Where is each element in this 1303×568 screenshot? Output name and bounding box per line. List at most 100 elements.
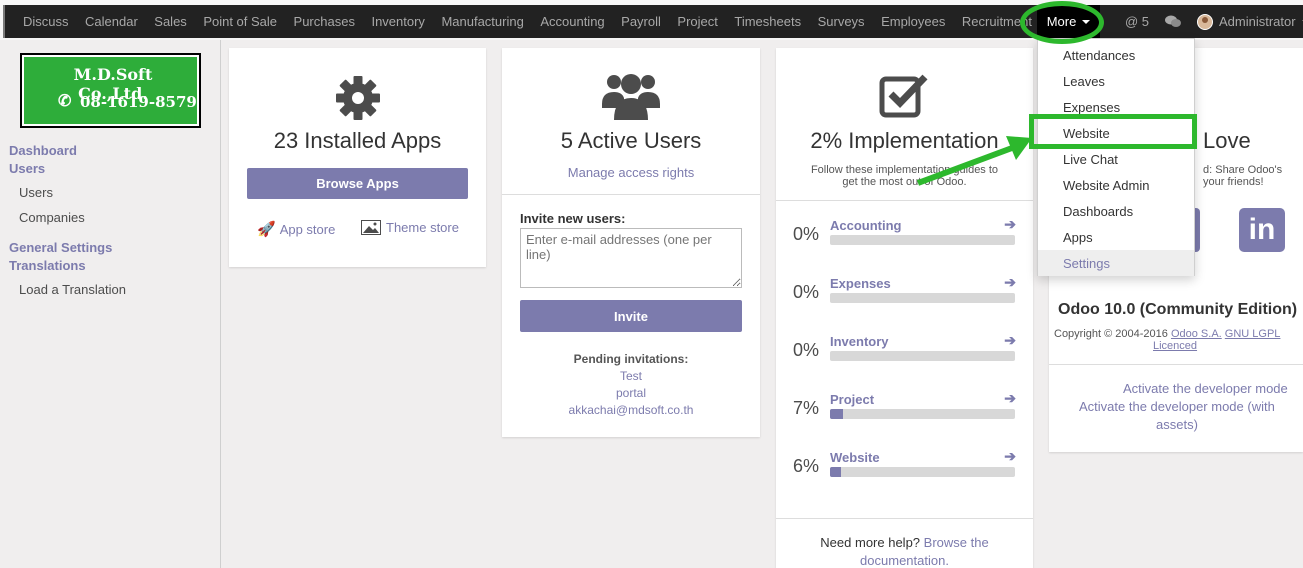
menu-item-apps[interactable]: Apps [1038, 224, 1194, 250]
menu-inventory[interactable]: Inventory [371, 14, 424, 29]
implementation-subtitle: get the most out of Odoo. [842, 176, 967, 188]
sidebar-item-users[interactable]: Users [19, 185, 53, 200]
implementation-subtitle: Follow these implementation guides to [810, 164, 999, 176]
app-store-label: App store [279, 221, 336, 237]
menu-item-attendances[interactable]: Attendances [1038, 42, 1194, 68]
menu-purchases[interactable]: Purchases [294, 14, 355, 29]
menu-item-dashboards[interactable]: Dashboards [1038, 198, 1194, 224]
license-link[interactable]: GNU LGPL [1225, 328, 1281, 340]
arrow-right-icon[interactable]: ➔ [1004, 332, 1016, 349]
progress-bar-fill [830, 409, 843, 419]
menu-item-website[interactable]: Website [1038, 120, 1194, 146]
progress-bar [830, 235, 1015, 245]
user-name: Administrator [1219, 14, 1296, 29]
progress-app-link[interactable]: Expenses [830, 276, 891, 291]
app-store-link[interactable]: 🚀 App store [257, 220, 335, 238]
odoo-sa-link[interactable]: Odoo S.A. [1171, 328, 1222, 340]
menu-payroll[interactable]: Payroll [621, 14, 661, 29]
sidebar-dashboard[interactable]: Dashboard [9, 143, 77, 158]
app-menu: Discuss Calendar Sales Point of Sale Pur… [23, 5, 1048, 38]
settings-sidebar: M.D.Soft Co.,Ltd. ✆ 08-1619-8579 Dashboa… [0, 40, 221, 568]
progress-percent: 0% [793, 224, 820, 244]
sidebar-translations[interactable]: Translations [9, 258, 86, 273]
progress-bar [830, 409, 1015, 419]
menu-employees[interactable]: Employees [881, 14, 945, 29]
progress-app-link[interactable]: Project [830, 392, 874, 407]
theme-store-label: Theme store [386, 220, 459, 235]
copyright-text: Copyright © 2004-2016 [1054, 328, 1168, 340]
menu-recruitment[interactable]: Recruitment [962, 14, 1032, 29]
arrow-right-icon[interactable]: ➔ [1004, 274, 1016, 291]
progress-app-link[interactable]: Accounting [830, 218, 902, 233]
checkbox-checked-icon [879, 74, 928, 118]
progress-bar [830, 467, 1015, 477]
progress-bar [830, 351, 1015, 361]
menu-accounting[interactable]: Accounting [540, 14, 604, 29]
browse-apps-button[interactable]: Browse Apps [247, 168, 468, 199]
pending-invitations-label: Pending invitations: [573, 352, 689, 366]
divider [776, 518, 1033, 519]
avatar [1197, 13, 1213, 30]
more-menu-button[interactable]: More [1037, 5, 1100, 38]
manage-access-rights-link[interactable]: Manage access rights [502, 165, 760, 180]
arrow-right-icon[interactable]: ➔ [1004, 216, 1016, 233]
sidebar-item-load-translation[interactable]: Load a Translation [19, 282, 126, 297]
users-icon [602, 74, 660, 120]
pending-invitation[interactable]: akkachai@mdsoft.co.th [502, 403, 760, 417]
menu-sales[interactable]: Sales [154, 14, 187, 29]
chat-bubbles-icon[interactable] [1165, 15, 1181, 28]
activate-developer-mode-assets-link[interactable]: Activate the developer mode (with [1079, 399, 1275, 414]
sidebar-general-settings[interactable]: General Settings [9, 240, 112, 255]
progress-percent: 7% [793, 398, 820, 418]
menu-item-website-admin[interactable]: Website Admin [1038, 172, 1194, 198]
menu-timesheets[interactable]: Timesheets [734, 14, 801, 29]
linkedin-icon[interactable]: in [1239, 208, 1285, 252]
share-title: Love [1203, 128, 1251, 153]
user-menu[interactable]: Administrator [1197, 5, 1303, 38]
arrow-right-icon[interactable]: ➔ [1004, 448, 1016, 465]
rocket-icon: 🚀 [257, 221, 276, 238]
licenced-link[interactable]: Licenced [1153, 340, 1197, 352]
sidebar-users-header[interactable]: Users [9, 161, 45, 176]
activate-developer-mode-assets-link[interactable]: assets) [1156, 417, 1198, 432]
menu-project[interactable]: Project [677, 14, 717, 29]
sidebar-item-companies[interactable]: Companies [19, 210, 85, 225]
documentation-link[interactable]: documentation. [776, 553, 1033, 568]
help-label: Need more help? [820, 535, 921, 550]
divider [502, 194, 760, 195]
browse-documentation-link[interactable]: Browse the [924, 535, 989, 550]
pending-invitation[interactable]: Test [502, 369, 760, 383]
installed-apps-title: 23 Installed Apps [273, 128, 442, 153]
invite-button[interactable]: Invite [520, 300, 742, 332]
menu-point-of-sale[interactable]: Point of Sale [203, 14, 277, 29]
active-users-card: 5 Active Users Manage access rights Invi… [502, 48, 760, 437]
menu-calendar[interactable]: Calendar [85, 14, 138, 29]
invite-emails-textarea[interactable] [520, 228, 742, 288]
installed-apps-card: 23 Installed Apps Browse Apps 🚀 App stor… [229, 48, 486, 267]
copyright: Copyright © 2004-2016 Odoo S.A. GNU LGPL [1054, 328, 1280, 340]
menu-item-expenses[interactable]: Expenses [1038, 94, 1194, 120]
menu-manufacturing[interactable]: Manufacturing [441, 14, 523, 29]
pending-invitation[interactable]: portal [502, 386, 760, 400]
progress-percent: 6% [793, 456, 820, 476]
activate-developer-mode-link[interactable]: Activate the developer mode [1123, 381, 1288, 396]
progress-app-link[interactable]: Inventory [830, 334, 889, 349]
more-label: More [1046, 14, 1077, 29]
menu-surveys[interactable]: Surveys [818, 14, 865, 29]
theme-store-link[interactable]: Theme store [361, 220, 459, 235]
active-users-title: 5 Active Users [560, 128, 702, 153]
logo-phone: 08-1619-8579 [80, 93, 197, 111]
menu-discuss[interactable]: Discuss [23, 14, 69, 29]
help-text: Need more help? Browse the [776, 535, 1033, 550]
arrow-right-icon[interactable]: ➔ [1004, 390, 1016, 407]
share-subtitle: your friends! [1203, 176, 1264, 188]
progress-row-expenses: 0% Expenses ➔ [776, 274, 1034, 314]
progress-app-link[interactable]: Website [830, 450, 880, 465]
progress-percent: 0% [793, 282, 820, 302]
more-dropdown-menu: Attendances Leaves Expenses Website Live… [1037, 38, 1195, 276]
menu-item-live-chat[interactable]: Live Chat [1038, 146, 1194, 172]
navbar-inner: Discuss Calendar Sales Point of Sale Pur… [3, 5, 1303, 38]
menu-item-settings[interactable]: Settings [1038, 250, 1194, 276]
mentions-indicator[interactable]: @ 5 [1125, 5, 1149, 38]
menu-item-leaves[interactable]: Leaves [1038, 68, 1194, 94]
